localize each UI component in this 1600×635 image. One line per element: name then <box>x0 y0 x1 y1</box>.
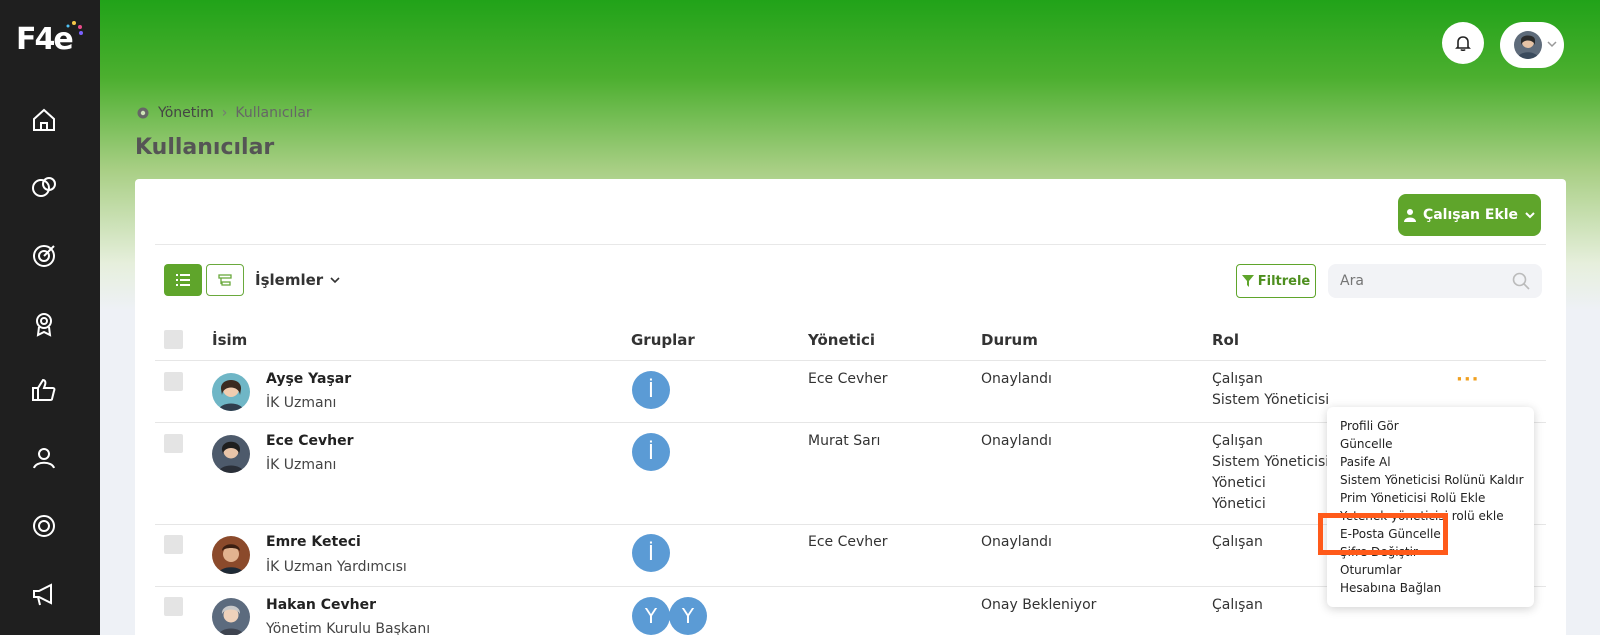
menu-item-remove-sysadmin-role[interactable]: Sistem Yöneticisi Rolünü Kaldır <box>1340 473 1524 487</box>
search-input[interactable] <box>1328 264 1542 298</box>
role-text: Yönetici <box>1212 475 1266 491</box>
actions-dropdown[interactable]: İşlemler <box>255 271 341 289</box>
breadcrumb: Yönetim › Kullanıcılar <box>136 105 312 121</box>
row-checkbox[interactable] <box>164 535 183 554</box>
group-badge[interactable]: Y <box>632 597 670 635</box>
menu-item-connect-account[interactable]: Hesabına Bağlan <box>1340 581 1441 595</box>
user-title: İK Uzmanı <box>266 457 337 473</box>
sidebar: F4e <box>0 0 100 635</box>
filter-icon <box>1241 275 1254 287</box>
logo-dots-icon <box>66 21 83 35</box>
add-employee-button[interactable]: Çalışan Ekle <box>1398 194 1541 236</box>
actions-label: İşlemler <box>255 271 324 289</box>
list-view-button[interactable] <box>164 264 202 296</box>
manager-name: Ece Cevher <box>808 371 888 387</box>
status-text: Onaylandı <box>981 433 1052 449</box>
manager-name: Murat Sarı <box>808 433 881 449</box>
user-icon <box>1403 209 1416 222</box>
card-divider <box>155 244 1546 245</box>
row-context-menu: Profili Gör Güncelle Pasife Al Sistem Yö… <box>1327 407 1534 607</box>
add-employee-label: Çalışan Ekle <box>1422 207 1519 223</box>
avatar <box>212 536 250 574</box>
users-icon[interactable] <box>30 444 58 472</box>
row-checkbox[interactable] <box>164 434 183 453</box>
target-icon[interactable] <box>30 242 58 270</box>
manager-name: Ece Cevher <box>808 534 888 550</box>
award-icon[interactable] <box>30 310 58 338</box>
menu-item-sessions[interactable]: Oturumlar <box>1340 563 1402 577</box>
avatar <box>212 598 250 635</box>
filter-label: Filtrele <box>1257 273 1311 289</box>
role-text: Sistem Yöneticisi <box>1212 392 1330 408</box>
avatar <box>212 373 250 411</box>
row-checkbox[interactable] <box>164 597 183 616</box>
user-name[interactable]: Ayşe Yaşar <box>266 371 351 387</box>
user-title: İK Uzmanı <box>266 395 337 411</box>
select-all-checkbox[interactable] <box>164 330 183 349</box>
user-name[interactable]: Ece Cevher <box>266 433 354 449</box>
column-header-groups[interactable]: Gruplar <box>631 331 695 349</box>
filter-button[interactable]: Filtrele <box>1236 264 1316 298</box>
breadcrumb-separator: › <box>221 105 228 121</box>
home-icon[interactable] <box>30 106 58 134</box>
highlight-box <box>1318 513 1448 555</box>
row-checkbox[interactable] <box>164 372 183 391</box>
chevron-down-icon <box>1525 212 1535 219</box>
group-badge[interactable]: İ <box>632 534 670 572</box>
chevron-down-icon <box>330 277 340 284</box>
user-name[interactable]: Hakan Cevher <box>266 597 376 613</box>
role-text: Çalışan <box>1212 534 1263 550</box>
gear-icon[interactable] <box>30 512 58 540</box>
column-header-name[interactable]: İsim <box>212 331 247 349</box>
group-badge[interactable]: İ <box>632 433 670 471</box>
group-badge[interactable]: Y <box>669 597 707 635</box>
menu-item-deactivate[interactable]: Pasife Al <box>1340 455 1391 469</box>
hierarchy-icon <box>218 274 232 286</box>
column-header-manager[interactable]: Yönetici <box>808 331 875 349</box>
user-title: Yönetim Kurulu Başkanı <box>266 621 431 635</box>
tree-view-button[interactable] <box>206 264 244 296</box>
bell-icon <box>1455 36 1471 52</box>
chat-icon[interactable] <box>30 174 58 202</box>
column-header-status[interactable]: Durum <box>981 331 1038 349</box>
megaphone-icon[interactable] <box>30 580 58 608</box>
list-icon <box>176 274 190 286</box>
column-header-role[interactable]: Rol <box>1212 331 1239 349</box>
menu-item-update[interactable]: Güncelle <box>1340 437 1393 451</box>
menu-item-view-profile[interactable]: Profili Gör <box>1340 419 1399 433</box>
row-more-button[interactable]: ··· <box>1456 369 1480 390</box>
role-text: Çalışan <box>1212 597 1263 613</box>
notifications-button[interactable] <box>1442 22 1484 64</box>
menu-item-add-bonus-manager-role[interactable]: Prim Yöneticisi Rolü Ekle <box>1340 491 1485 505</box>
thumbs-up-icon[interactable] <box>30 376 58 404</box>
chevron-down-icon <box>1547 41 1557 48</box>
group-badge[interactable]: İ <box>632 371 670 409</box>
user-name[interactable]: Emre Keteci <box>266 534 361 550</box>
profile-menu-button[interactable] <box>1500 22 1564 68</box>
breadcrumb-current: Kullanıcılar <box>235 105 312 121</box>
status-text: Onay Bekleniyor <box>981 597 1097 613</box>
role-text: Yönetici <box>1212 496 1266 512</box>
user-title: İK Uzman Yardımcısı <box>266 559 407 575</box>
user-avatar <box>1514 31 1542 59</box>
avatar <box>212 435 250 473</box>
breadcrumb-root[interactable]: Yönetim <box>158 105 214 121</box>
page-title: Kullanıcılar <box>135 135 275 160</box>
role-text: Çalışan <box>1212 371 1263 387</box>
status-text: Onaylandı <box>981 534 1052 550</box>
role-text: Çalışan <box>1212 433 1263 449</box>
header-divider <box>155 360 1546 361</box>
search-icon <box>1512 272 1530 290</box>
gear-icon <box>137 107 149 119</box>
role-text: Sistem Yöneticisi <box>1212 454 1330 470</box>
status-text: Onaylandı <box>981 371 1052 387</box>
